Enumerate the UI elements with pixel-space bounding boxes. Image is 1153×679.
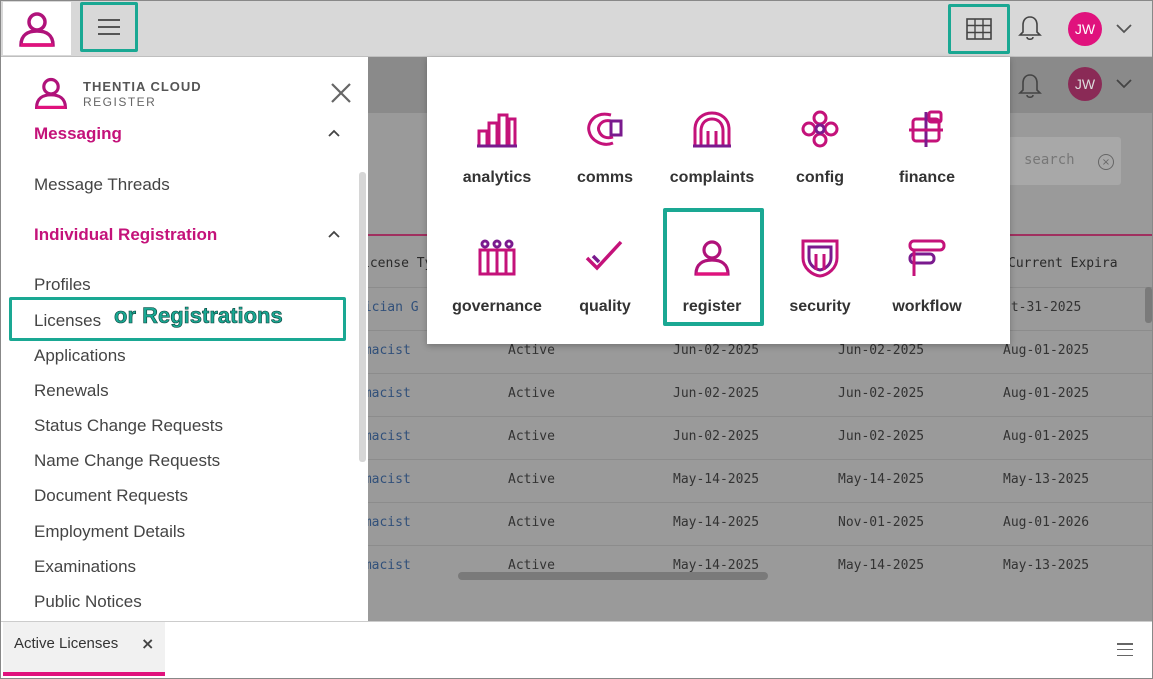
sidebar-item-document-requests[interactable]: Document Requests — [34, 486, 188, 506]
brand-name: THENTIA CLOUD — [83, 79, 202, 94]
sidebar-item-applications[interactable]: Applications — [34, 346, 126, 366]
app-tile-governance[interactable]: governance — [443, 67, 551, 315]
table-cell: sician G — [368, 300, 419, 315]
sidebar-item-renewals[interactable]: Renewals — [34, 381, 109, 401]
search-placeholder: search — [1024, 152, 1075, 168]
app-tile-workflow[interactable]: workflow — [873, 67, 981, 315]
table-cell: Jun-02-2025 — [673, 343, 760, 358]
table-cell: May-14-2025 — [838, 472, 925, 487]
table-cell: rmacist — [368, 429, 411, 444]
app-tile-quality[interactable]: quality — [551, 67, 659, 315]
table-cell: Jun-02-2025 — [673, 429, 760, 444]
table-cell: Jun-02-2025 — [838, 386, 925, 401]
table-cell: rmacist — [368, 515, 411, 530]
table-cell: rmacist — [368, 472, 411, 487]
chevron-up-icon[interactable] — [328, 129, 340, 137]
table-cell: Active — [508, 558, 555, 573]
table-cell: May-14-2025 — [673, 558, 760, 573]
table-cell: Active — [508, 472, 555, 487]
sidebar-item-name-change-requests[interactable]: Name Change Requests — [34, 451, 220, 471]
sidebar-item-public-notices[interactable]: Public Notices — [34, 592, 142, 612]
table-row: rmacist Active May-14-2025 Nov-01-2025 Aug-0… — [368, 502, 1153, 545]
table-cell: Aug-01-2026 — [1003, 515, 1090, 530]
user-avatar: JW — [1068, 67, 1102, 101]
app-label: security — [789, 298, 851, 315]
table-cell: Aug-01-2025 — [1003, 429, 1090, 444]
chevron-up-icon[interactable] — [328, 230, 340, 238]
hamburger-menu-icon — [98, 19, 120, 35]
brand-product: REGISTER — [83, 95, 157, 109]
column-header: Current Expira — [1008, 256, 1118, 271]
table-cell: May-14-2025 — [673, 515, 760, 530]
table-cell: Active — [508, 515, 555, 530]
sidebar-menu: THENTIA CLOUD REGISTER Messaging Message… — [3, 57, 368, 621]
register-highlight-box — [663, 208, 764, 326]
table-cell: Aug-01-2025 — [1003, 386, 1090, 401]
thentia-logo-icon — [35, 77, 67, 109]
table-cell: Jun-02-2025 — [838, 343, 925, 358]
bell-icon[interactable] — [1017, 14, 1043, 42]
hamburger-menu-icon — [1117, 643, 1133, 656]
thentia-logo-icon[interactable] — [3, 2, 71, 55]
sidebar-scrollbar[interactable] — [359, 172, 366, 462]
bell-icon — [1018, 74, 1042, 99]
app-label: quality — [579, 298, 631, 315]
clear-search-icon: × — [1098, 154, 1114, 170]
horizontal-scrollbar — [458, 572, 768, 580]
table-cell: rmacist — [368, 343, 411, 358]
table-cell: Active — [508, 429, 555, 444]
table-cell: May-13-2025 — [1003, 472, 1090, 487]
table-cell: May-14-2025 — [673, 472, 760, 487]
tab-label: Active Licenses — [14, 635, 119, 652]
close-icon[interactable] — [329, 81, 353, 105]
sidebar-item-profiles[interactable]: Profiles — [34, 275, 91, 295]
table-cell: Active — [508, 386, 555, 401]
chevron-down-icon — [1116, 79, 1132, 89]
app-tile-register[interactable]: register — [658, 67, 766, 315]
table-row: rmacist Active May-14-2025 May-14-2025 May-1… — [368, 459, 1153, 502]
sidebar-item-employment-details[interactable]: Employment Details — [34, 522, 185, 542]
table-cell: Jun-02-2025 — [838, 429, 925, 444]
table-cell: rmacist — [368, 558, 411, 573]
table-cell: Active — [508, 343, 555, 358]
table-cell: ct-31-2025 — [1003, 300, 1082, 315]
quality-icon — [585, 240, 623, 271]
table-cell: May-14-2025 — [838, 558, 925, 573]
table-row: rmacist Active Jun-02-2025 Jun-02-2025 Aug-0… — [368, 373, 1153, 416]
column-header: icense Ty — [368, 256, 433, 271]
section-individual-registration[interactable]: Individual Registration — [34, 225, 217, 245]
sidebar-item-message-threads[interactable]: Message Threads — [34, 175, 170, 195]
app-grid-icon — [966, 18, 992, 40]
app-grid-button[interactable] — [948, 4, 1010, 54]
app-tile-security[interactable]: security — [766, 67, 874, 315]
section-messaging[interactable]: Messaging — [34, 124, 122, 144]
table-cell: Nov-01-2025 — [838, 515, 925, 530]
chevron-down-icon[interactable] — [1114, 20, 1134, 36]
table-cell: May-13-2025 — [1003, 558, 1090, 573]
security-icon — [801, 239, 839, 278]
workflow-icon — [908, 239, 946, 276]
tab-menu-button[interactable] — [1117, 643, 1133, 656]
app-label: workflow — [892, 298, 962, 315]
app-label: governance — [452, 298, 542, 315]
governance-icon — [478, 239, 516, 276]
hamburger-menu-button[interactable] — [80, 2, 138, 52]
vertical-scrollbar — [1145, 287, 1152, 323]
close-tab-icon[interactable]: × — [141, 634, 154, 653]
top-bar: JW — [0, 0, 1153, 57]
app-launcher-panel: analytics comms complaints config financ… — [427, 57, 1010, 344]
tab-active-licenses[interactable]: Active Licenses × — [3, 622, 165, 676]
search-input: search × — [1008, 137, 1121, 185]
sidebar-item-status-change-requests[interactable]: Status Change Requests — [34, 416, 223, 436]
bottom-tab-bar: Active Licenses × — [0, 621, 1153, 679]
table-cell: Jun-02-2025 — [673, 386, 760, 401]
table-row: rmacist Active Jun-02-2025 Jun-02-2025 Aug-0… — [368, 416, 1153, 459]
sidebar-item-examinations[interactable]: Examinations — [34, 557, 136, 577]
table-cell: Aug-01-2025 — [1003, 343, 1090, 358]
table-cell: rmacist — [368, 386, 411, 401]
registrations-callout: or Registrations — [114, 303, 283, 329]
user-avatar[interactable]: JW — [1068, 12, 1102, 46]
table-row: rmacist Active May-14-2025 May-14-2025 May-1… — [368, 545, 1153, 588]
